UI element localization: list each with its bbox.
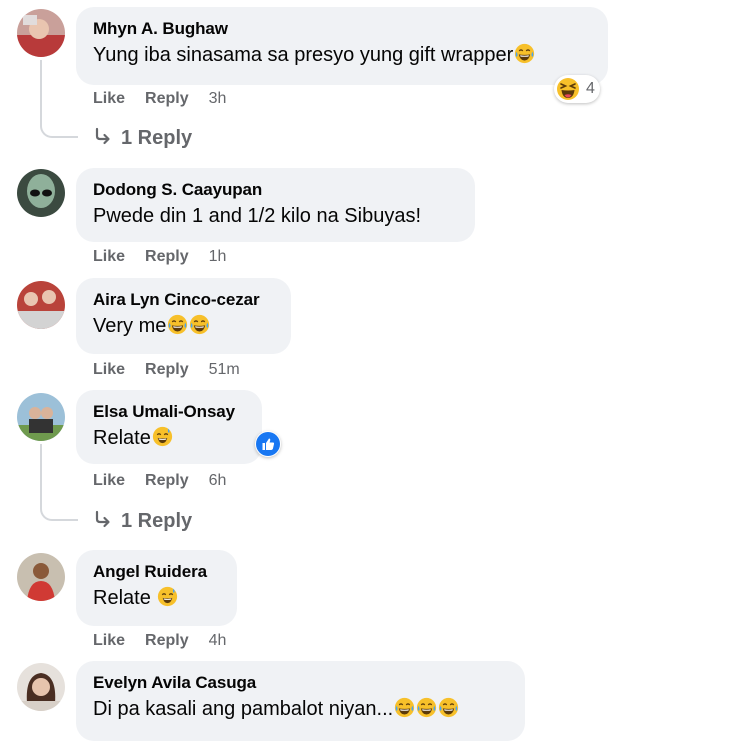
comment-text: Di pa kasali ang pambalot niyan... [93,696,509,722]
like-button[interactable]: Like [93,90,125,107]
comment-bubble: Aira Lyn Cinco-cezar Very me [76,278,291,354]
comment-author[interactable]: Mhyn A. Bughaw [93,19,592,39]
comment-text: Very me [93,313,275,339]
avatar[interactable] [17,281,65,329]
tears-of-joy-emoji [514,43,535,64]
comment-actions: Like Reply 3h [93,89,226,109]
comment-text: Pwede din 1 and 1/2 kilo na Sibuyas! [93,205,421,227]
comment-actions: Like Reply 51m [93,360,240,380]
like-reaction-icon[interactable] [255,431,281,457]
comment-bubble: Mhyn A. Bughaw Yung iba sinasama sa pres… [76,7,608,85]
reply-button[interactable]: Reply [145,248,189,265]
comment-author[interactable]: Elsa Umali-Onsay [93,402,246,422]
comment-timestamp[interactable]: 6h [209,472,227,489]
avatar[interactable] [17,663,65,711]
comment-bubble: Dodong S. Caayupan Pwede din 1 and 1/2 k… [76,168,475,242]
avatar[interactable] [17,169,65,217]
thread-connector [40,60,78,138]
like-button[interactable]: Like [93,472,125,489]
grinning-sweat-emoji [152,426,173,447]
reply-arrow-icon [93,510,113,530]
tears-of-joy-emoji [438,697,459,718]
comment-text: Relate [93,585,221,611]
comment-text: Relate [93,425,246,451]
reply-button[interactable]: Reply [145,632,189,649]
reply-button[interactable]: Reply [145,472,189,489]
avatar[interactable] [17,393,65,441]
thread-connector [40,444,78,521]
laughing-reaction-icon [556,77,580,101]
tears-of-joy-emoji [394,697,415,718]
comment-author[interactable]: Dodong S. Caayupan [93,180,459,200]
avatar[interactable] [17,553,65,601]
comment-author[interactable]: Angel Ruidera [93,562,221,582]
thumbs-up-icon [256,432,280,456]
tears-of-joy-emoji [189,314,210,335]
grinning-sweat-emoji [157,586,178,607]
view-replies-link[interactable]: 1 Reply [93,509,192,533]
avatar[interactable] [17,9,65,57]
comment-timestamp[interactable]: 1h [209,248,227,265]
comment-actions: Like Reply 1h [93,247,226,267]
tears-of-joy-emoji [416,697,437,718]
reply-arrow-icon [93,127,113,147]
comment-bubble: Angel Ruidera Relate [76,550,237,626]
tears-of-joy-emoji [167,314,188,335]
comment-actions: Like Reply 6h [93,471,226,491]
like-button[interactable]: Like [93,248,125,265]
comment-timestamp[interactable]: 4h [209,632,227,649]
comment-bubble: Evelyn Avila Casuga Di pa kasali ang pam… [76,661,525,741]
reply-button[interactable]: Reply [145,90,189,107]
like-button[interactable]: Like [93,632,125,649]
comment-timestamp[interactable]: 51m [209,361,240,378]
comment-actions: Like Reply 4h [93,631,226,651]
reaction-count: 4 [586,80,595,97]
comment-author[interactable]: Aira Lyn Cinco-cezar [93,290,275,310]
comment-text: Yung iba sinasama sa presyo yung gift wr… [93,42,592,68]
like-button[interactable]: Like [93,361,125,378]
reaction-summary[interactable]: 4 [554,75,600,103]
comment-timestamp[interactable]: 3h [209,90,227,107]
comment-author[interactable]: Evelyn Avila Casuga [93,673,509,693]
reply-button[interactable]: Reply [145,361,189,378]
comment-bubble: Elsa Umali-Onsay Relate [76,390,262,464]
view-replies-link[interactable]: 1 Reply [93,126,192,150]
